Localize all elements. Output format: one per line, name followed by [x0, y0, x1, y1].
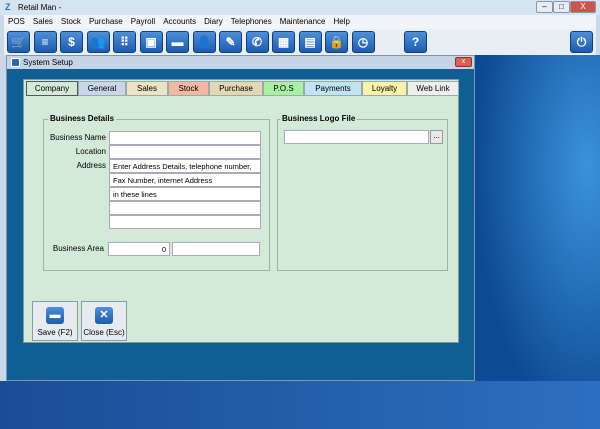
- window-title: Retail Man -: [18, 3, 62, 12]
- save-label: Save (F2): [37, 328, 73, 337]
- business-details-group: Business Details Business Name Location …: [43, 114, 270, 271]
- help-icon[interactable]: ?: [404, 31, 427, 53]
- menu-telephones[interactable]: Telephones: [227, 15, 276, 29]
- tab-company[interactable]: Company: [26, 81, 78, 96]
- business-name-input[interactable]: [109, 131, 261, 145]
- tab-purchase[interactable]: Purchase: [209, 81, 263, 96]
- tab-general[interactable]: General: [78, 81, 126, 96]
- address-line-5[interactable]: [109, 215, 261, 229]
- tab-stock[interactable]: Stock: [168, 81, 209, 96]
- address-line-1[interactable]: Enter Address Details, telephone number,: [109, 159, 261, 173]
- system-setup-dialog: System Setup x Company General Sales Stock P…: [6, 55, 475, 381]
- document-icon[interactable]: ≡: [33, 31, 57, 53]
- calculator-icon[interactable]: ▤: [298, 31, 322, 53]
- dialog-title-bar: System Setup x: [7, 56, 474, 69]
- toolbar: 🛒 ≡ $ 👥 ⠿ ▣ ▬ 👤 ✎ ✆ ▦ ▤ 🔒 ◷ ? ⏻: [4, 29, 596, 55]
- logo-file-input[interactable]: [284, 130, 429, 144]
- business-logo-title: Business Logo File: [280, 114, 358, 123]
- menu-sales[interactable]: Sales: [29, 15, 57, 29]
- tab-loyalty[interactable]: Loyalty: [362, 81, 407, 96]
- dollar-icon[interactable]: $: [60, 31, 83, 53]
- chart-icon[interactable]: ⠿: [113, 31, 136, 53]
- address-label: Address: [76, 161, 106, 170]
- users-icon[interactable]: 👥: [86, 31, 110, 53]
- dialog-close-button[interactable]: x: [455, 57, 472, 67]
- app-logo-icon: Z: [5, 2, 11, 12]
- business-area-label: Business Area: [52, 244, 104, 253]
- menu-help[interactable]: Help: [330, 15, 354, 29]
- business-area-input[interactable]: 0: [108, 242, 170, 256]
- menu-pos[interactable]: POS: [4, 15, 29, 29]
- edit-icon[interactable]: ✎: [219, 31, 242, 53]
- menu-maintenance[interactable]: Maintenance: [276, 15, 330, 29]
- menu-payroll[interactable]: Payroll: [127, 15, 159, 29]
- title-bar: Z Retail Man - – □ X: [0, 0, 600, 15]
- phone-icon[interactable]: ✆: [245, 31, 269, 53]
- business-area-name-input[interactable]: [172, 242, 260, 256]
- browse-button[interactable]: ...: [430, 130, 443, 144]
- address-line-4[interactable]: [109, 201, 261, 215]
- app-window: Z Retail Man - – □ X POS Sales Stock Pur…: [0, 0, 600, 429]
- menu-diary[interactable]: Diary: [200, 15, 227, 29]
- business-details-title: Business Details: [48, 114, 117, 123]
- power-icon[interactable]: ⏻: [570, 31, 593, 53]
- cart-icon[interactable]: 🛒: [7, 31, 30, 53]
- desktop-background: [474, 55, 600, 429]
- dialog-title: System Setup: [23, 58, 73, 67]
- save-icon: ▬: [46, 307, 64, 324]
- desktop-bottom: [0, 381, 600, 429]
- menu-purchase[interactable]: Purchase: [85, 15, 127, 29]
- maximize-button[interactable]: □: [553, 1, 570, 13]
- menu-stock[interactable]: Stock: [57, 15, 85, 29]
- address-line-3[interactable]: in these lines: [109, 187, 261, 201]
- location-input[interactable]: [109, 145, 261, 159]
- clock-icon[interactable]: ◷: [351, 31, 375, 53]
- tab-sales[interactable]: Sales: [126, 81, 168, 96]
- close-label: Close (Esc): [83, 328, 125, 337]
- close-button[interactable]: X: [570, 1, 596, 13]
- minimize-button[interactable]: –: [536, 1, 553, 13]
- tab-payments[interactable]: Payments: [304, 81, 362, 96]
- grid-icon[interactable]: ▦: [272, 31, 295, 53]
- menu-bar: POS Sales Stock Purchase Payroll Account…: [4, 15, 596, 29]
- tab-weblink[interactable]: Web Link: [407, 81, 459, 96]
- box-icon[interactable]: ▣: [139, 31, 163, 53]
- location-label: Location: [75, 147, 106, 156]
- menu-accounts[interactable]: Accounts: [159, 15, 200, 29]
- card-icon[interactable]: ▬: [166, 31, 189, 53]
- settings-icon: [11, 58, 20, 67]
- save-button[interactable]: ▬ Save (F2): [32, 301, 78, 341]
- business-logo-group: Business Logo File ...: [277, 114, 448, 271]
- tab-panel: Company General Sales Stock Purchase P.O.S Pay…: [23, 79, 459, 343]
- close-x-icon: ✕: [95, 307, 113, 324]
- user-icon[interactable]: 👤: [192, 31, 216, 53]
- business-name-label: Business Name: [49, 133, 106, 142]
- lock-icon[interactable]: 🔒: [325, 31, 348, 53]
- address-line-2[interactable]: Fax Number, internet Address: [109, 173, 261, 187]
- tab-pos[interactable]: P.O.S: [263, 81, 304, 96]
- close-dialog-button[interactable]: ✕ Close (Esc): [81, 301, 127, 341]
